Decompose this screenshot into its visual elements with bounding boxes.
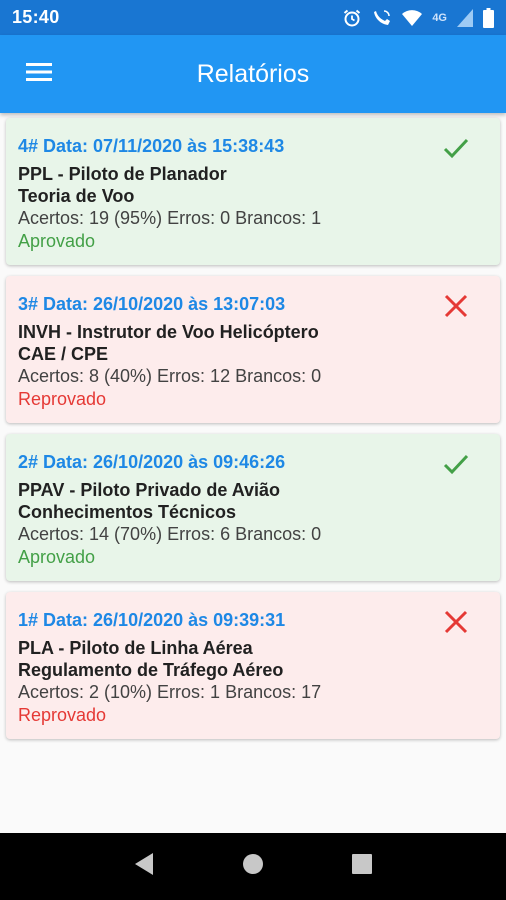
hamburger-menu-icon <box>26 61 54 88</box>
battery-icon <box>483 7 494 28</box>
report-date: 2# Data: 26/10/2020 às 09:46:26 <box>18 452 286 472</box>
report-date: 1# Data: 26/10/2020 às 09:39:31 <box>18 610 286 630</box>
back-triangle-icon <box>133 852 155 881</box>
report-stats: Acertos: 14 (70%) Erros: 6 Brancos: 0 <box>18 524 322 544</box>
report-card[interactable]: 3# Data: 26/10/2020 às 13:07:03 INVH - In… <box>6 276 500 423</box>
signal-icon <box>457 8 473 27</box>
report-course: PLA - Piloto de Linha Aérea <box>18 638 253 658</box>
report-list: 4# Data: 07/11/2020 às 15:38:43 PPL - Pil… <box>6 118 500 750</box>
report-card[interactable]: 2# Data: 26/10/2020 às 09:46:26 PPAV - Pi… <box>6 434 500 581</box>
check-icon <box>442 450 470 478</box>
menu-button[interactable] <box>0 35 80 113</box>
report-stats: Acertos: 2 (10%) Erros: 1 Brancos: 17 <box>18 682 322 702</box>
app-bar: Relatórios <box>0 35 506 113</box>
home-circle-icon <box>242 853 264 880</box>
report-subject: Teoria de Voo <box>18 186 135 206</box>
close-icon <box>442 608 470 636</box>
wifi-icon <box>402 9 423 27</box>
navigation-bar <box>0 833 506 900</box>
close-icon <box>442 292 470 320</box>
alarm-icon <box>342 8 362 28</box>
report-subject: CAE / CPE <box>18 344 109 364</box>
status-time: 15:40 <box>12 7 60 27</box>
report-date: 4# Data: 07/11/2020 às 15:38:43 <box>18 136 285 156</box>
check-icon <box>442 134 470 162</box>
back-button[interactable] <box>124 847 164 887</box>
recents-square-icon <box>351 854 372 879</box>
report-result: Reprovado <box>18 389 107 409</box>
recents-button[interactable] <box>342 847 382 887</box>
report-result: Aprovado <box>18 547 96 567</box>
home-button[interactable] <box>233 847 273 887</box>
report-subject: Conhecimentos Técnicos <box>18 502 237 522</box>
wifi-call-icon <box>372 8 392 28</box>
status-bar: 15:40 4G <box>0 0 506 35</box>
network-label: 4G <box>432 11 447 24</box>
report-stats: Acertos: 8 (40%) Erros: 12 Brancos: 0 <box>18 366 322 386</box>
report-card[interactable]: 1# Data: 26/10/2020 às 09:39:31 PLA - Pil… <box>6 592 500 739</box>
report-subject: Regulamento de Tráfego Aéreo <box>18 660 284 680</box>
report-card[interactable]: 4# Data: 07/11/2020 às 15:38:43 PPL - Pil… <box>6 118 500 265</box>
status-icons: 4G <box>342 7 494 28</box>
report-result: Reprovado <box>18 705 107 725</box>
report-stats: Acertos: 19 (95%) Erros: 0 Brancos: 1 <box>18 208 322 228</box>
report-course: PPL - Piloto de Planador <box>18 164 227 184</box>
report-course: PPAV - Piloto Privado de Avião <box>18 480 281 500</box>
report-result: Aprovado <box>18 231 96 251</box>
report-course: INVH - Instrutor de Voo Helicóptero <box>18 322 319 342</box>
report-date: 3# Data: 26/10/2020 às 13:07:03 <box>18 294 286 314</box>
